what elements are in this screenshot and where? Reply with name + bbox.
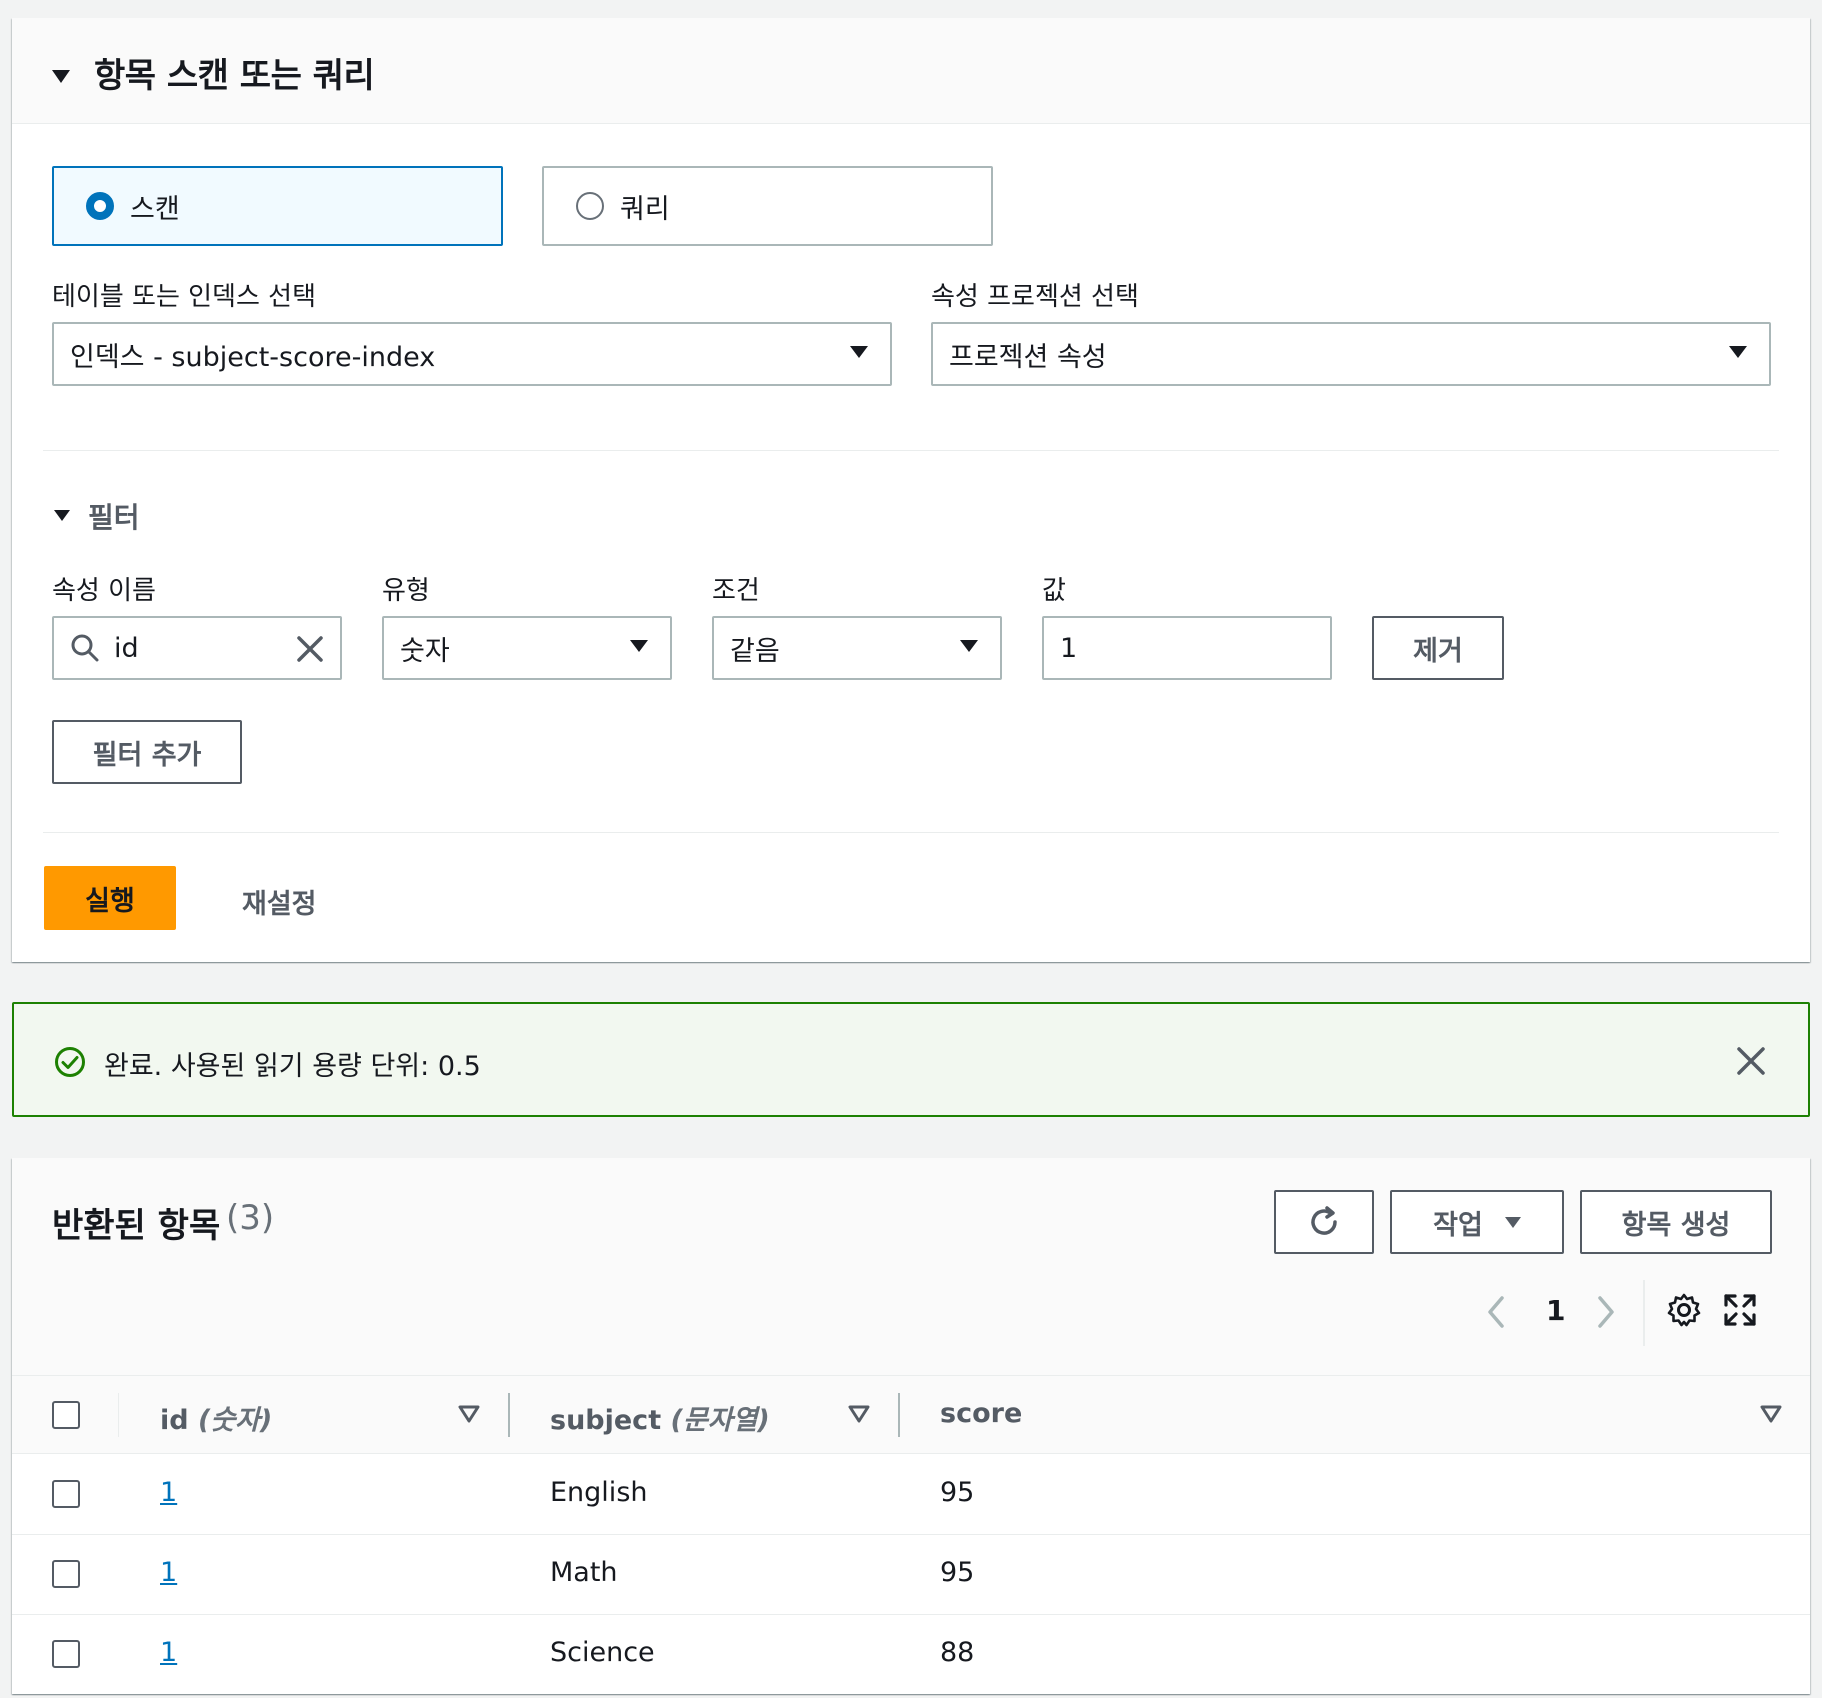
column-header-subject[interactable]: subject (문자열) — [550, 1398, 770, 1437]
next-page-icon[interactable] — [1594, 1294, 1618, 1330]
subject-cell: Science — [550, 1637, 655, 1668]
section-divider — [43, 832, 1779, 833]
subject-cell: Math — [550, 1557, 618, 1588]
results-title: 반환된 항목 — [52, 1206, 221, 1246]
column-resizer[interactable] — [898, 1393, 900, 1437]
fullscreen-expand-icon[interactable] — [1722, 1292, 1758, 1328]
value-label: 값 — [1042, 576, 1066, 606]
row-checkbox[interactable] — [52, 1480, 80, 1508]
pagination-divider — [1643, 1280, 1645, 1346]
current-page-number[interactable]: 1 — [1546, 1294, 1565, 1327]
item-id-link[interactable]: 1 — [160, 1637, 177, 1668]
section-divider — [43, 450, 1779, 451]
select-all-checkbox[interactable] — [52, 1401, 80, 1429]
radio-unselected-icon — [576, 192, 604, 220]
type-select-value: 숫자 — [400, 635, 450, 667]
scan-radio-label: 스캔 — [130, 193, 180, 225]
create-item-button[interactable]: 항목 생성 — [1580, 1190, 1772, 1254]
table-row: 1 Science 88 — [12, 1615, 1810, 1695]
radio-selected-icon — [86, 192, 114, 220]
type-select[interactable]: 숫자 — [382, 616, 672, 680]
actions-label: 작업 — [1433, 1209, 1483, 1241]
scan-radio-option[interactable]: 스캔 — [52, 166, 503, 246]
dropdown-caret-icon — [1504, 1216, 1521, 1228]
column-id-type: (숫자) — [198, 1405, 273, 1436]
column-id-name: id — [160, 1405, 189, 1436]
projection-select-value: 프로젝션 속성 — [949, 341, 1107, 373]
item-id-link[interactable]: 1 — [160, 1557, 177, 1588]
table-header-row: id (숫자) subject (문자열) score — [12, 1376, 1810, 1454]
attribute-name-value: id — [114, 632, 139, 664]
scan-query-panel: 항목 스캔 또는 쿼리 스캔 쿼리 테이블 또는 인덱스 선택 인덱스 - su… — [12, 18, 1810, 962]
remove-filter-button[interactable]: 제거 — [1372, 616, 1504, 680]
column-subject-type: (문자열) — [670, 1405, 770, 1436]
projection-select-label: 속성 프로젝션 선택 — [931, 282, 1139, 312]
refresh-icon — [1311, 1206, 1337, 1235]
actions-dropdown-button[interactable]: 작업 — [1390, 1190, 1564, 1254]
projection-select[interactable]: 프로젝션 속성 — [931, 322, 1771, 386]
subject-cell: English — [550, 1477, 648, 1508]
column-subject-name: subject — [550, 1405, 662, 1436]
panel-title: 항목 스캔 또는 쿼리 — [94, 56, 375, 96]
item-id-link[interactable]: 1 — [160, 1477, 177, 1508]
score-cell: 95 — [940, 1557, 975, 1588]
type-label: 유형 — [382, 576, 430, 606]
table-select-label: 테이블 또는 인덱스 선택 — [52, 282, 316, 312]
dropdown-caret-icon — [960, 640, 978, 652]
sort-caret-icon[interactable] — [1760, 1405, 1782, 1423]
table-select-value: 인덱스 - subject-score-index — [70, 341, 436, 373]
success-flash-banner: 완료. 사용된 읽기 용량 단위: 0.5 — [12, 1002, 1810, 1117]
filter-section-title[interactable]: 필터 — [88, 496, 140, 536]
search-icon — [71, 634, 99, 662]
table-index-select[interactable]: 인덱스 - subject-score-index — [52, 322, 892, 386]
flash-message: 완료. 사용된 읽기 용량 단위: 0.5 — [104, 1051, 481, 1082]
row-checkbox[interactable] — [52, 1560, 80, 1588]
condition-select[interactable]: 같음 — [712, 616, 1002, 680]
previous-page-icon[interactable] — [1484, 1294, 1508, 1330]
dropdown-caret-icon — [1729, 346, 1747, 358]
sort-caret-icon[interactable] — [458, 1405, 480, 1423]
column-header-score[interactable]: score — [940, 1398, 1022, 1429]
filter-collapse-caret-icon[interactable] — [54, 510, 70, 521]
query-radio-label: 쿼리 — [620, 193, 670, 225]
settings-gear-icon[interactable] — [1666, 1292, 1702, 1328]
collapse-caret-icon[interactable] — [52, 70, 70, 83]
query-radio-option[interactable]: 쿼리 — [542, 166, 993, 246]
run-button[interactable]: 실행 — [44, 866, 176, 930]
dropdown-caret-icon — [630, 640, 648, 652]
add-filter-button[interactable]: 필터 추가 — [52, 720, 242, 784]
success-check-icon — [55, 1047, 85, 1077]
table-row: 1 Math 95 — [12, 1535, 1810, 1615]
score-cell: 88 — [940, 1637, 975, 1668]
attribute-name-input[interactable]: id — [52, 616, 342, 680]
scan-query-header[interactable]: 항목 스캔 또는 쿼리 — [12, 18, 1810, 124]
dismiss-close-icon[interactable] — [1736, 1046, 1766, 1076]
attribute-name-label: 속성 이름 — [52, 576, 156, 606]
score-cell: 95 — [940, 1477, 975, 1508]
clear-input-icon[interactable] — [296, 635, 324, 663]
reset-button[interactable]: 재설정 — [242, 882, 317, 921]
condition-select-value: 같음 — [730, 635, 780, 667]
returned-items-panel: 반환된 항목 (3) 작업 항목 생성 1 id (숫자) subject (문… — [12, 1158, 1810, 1694]
column-resizer[interactable] — [508, 1393, 510, 1437]
filter-value-input[interactable]: 1 — [1042, 616, 1332, 680]
sort-caret-icon[interactable] — [848, 1405, 870, 1423]
refresh-button[interactable] — [1274, 1190, 1374, 1254]
filter-value-text: 1 — [1060, 632, 1078, 664]
results-count: (3) — [226, 1198, 275, 1238]
row-checkbox[interactable] — [52, 1640, 80, 1668]
column-divider — [118, 1393, 119, 1437]
condition-label: 조건 — [712, 576, 760, 606]
table-row: 1 English 95 — [12, 1455, 1810, 1535]
dropdown-caret-icon — [850, 346, 868, 358]
column-header-id[interactable]: id (숫자) — [160, 1398, 272, 1437]
